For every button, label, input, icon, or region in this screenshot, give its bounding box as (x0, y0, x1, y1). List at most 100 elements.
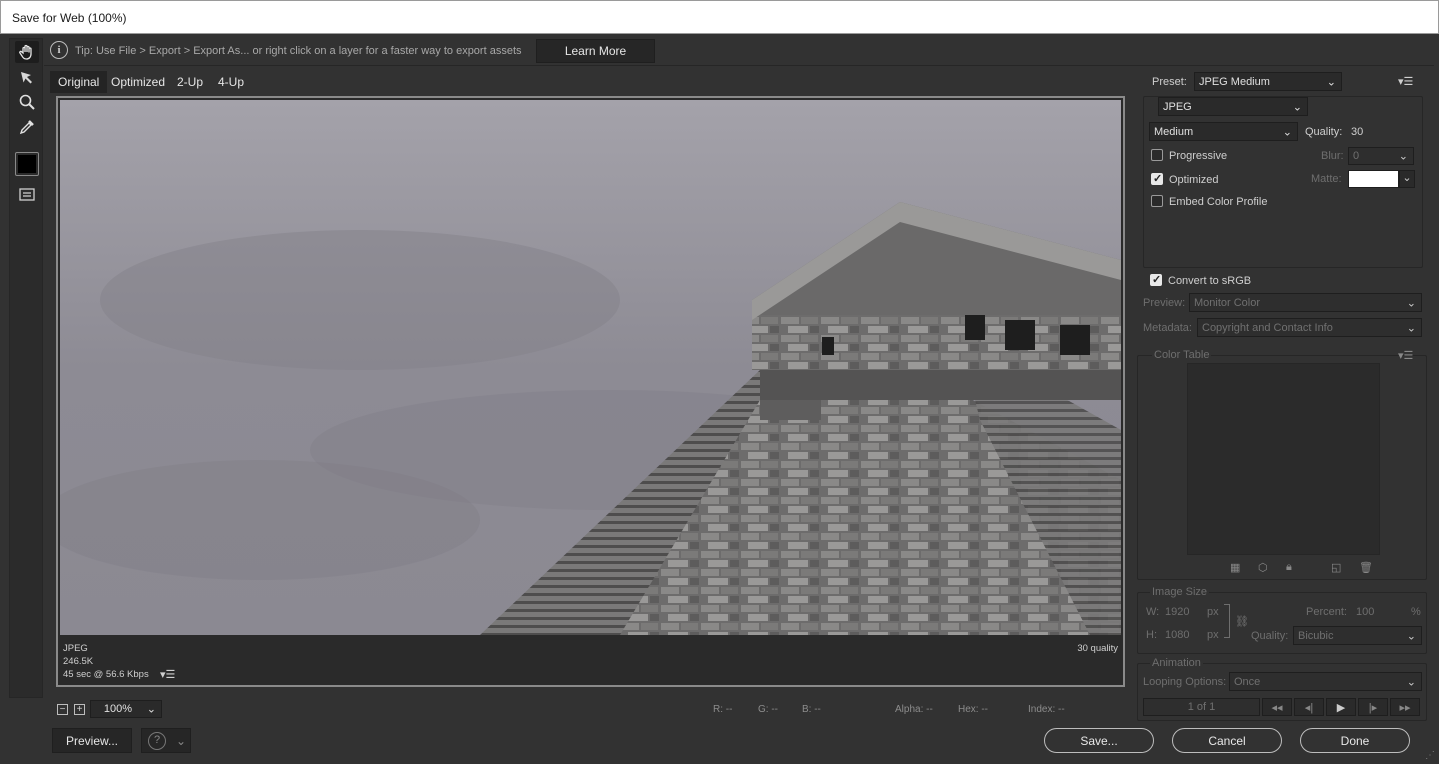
tip-text: Tip: Use File > Export > Export As... or… (75, 45, 522, 57)
map-to-web-icon[interactable]: ▦ (1230, 561, 1240, 574)
matte-chevron-down-icon[interactable]: ⌄ (1399, 170, 1415, 188)
animation-title: Animation (1150, 657, 1203, 669)
resample-quality-label: Quality: (1251, 630, 1289, 642)
next-frame-icon: |▸ (1368, 701, 1378, 714)
preview-canvas[interactable]: JPEG 246.5K 45 sec @ 56.6 Kbps ▾☰ 30 qua… (56, 96, 1125, 687)
format-select[interactable]: JPEG ⌄ (1158, 97, 1308, 116)
tab-2-up[interactable]: 2-Up (169, 71, 211, 93)
quality-level-select[interactable]: Medium ⌄ (1149, 122, 1298, 141)
play-button[interactable]: ▶ (1326, 698, 1356, 716)
browser-icon: ? (148, 731, 166, 750)
chevron-down-icon: ⌄ (1406, 297, 1416, 309)
quality-label: Quality: (1305, 126, 1343, 138)
percent-value[interactable]: 100 (1356, 606, 1374, 618)
tool-panel (9, 38, 43, 698)
first-frame-button[interactable]: ◂◂ (1262, 698, 1292, 716)
chain-link-icon[interactable]: ⛓︎ (1235, 615, 1249, 628)
eyedropper-icon[interactable] (15, 116, 39, 138)
info-size: 246.5K (63, 656, 94, 667)
color-table-area (1187, 363, 1380, 555)
download-menu-icon[interactable]: ▾☰ (160, 668, 175, 681)
play-icon: ▶ (1336, 701, 1346, 714)
color-table-menu-icon[interactable]: ▾☰ (1398, 349, 1413, 362)
readout-hex: Hex: -- (958, 704, 988, 715)
done-button[interactable]: Done (1300, 728, 1410, 753)
width-value[interactable]: 1920 (1165, 606, 1189, 618)
embed-color-profile-checkbox[interactable] (1151, 195, 1163, 207)
matte-color-swatch[interactable] (1348, 170, 1399, 188)
link-bracket (1224, 604, 1230, 638)
optimized-label: Optimized (1169, 174, 1219, 186)
learn-more-button[interactable]: Learn More (536, 39, 655, 63)
metadata-value: Copyright and Contact Info (1202, 321, 1333, 334)
image-size-title: Image Size (1150, 586, 1210, 598)
height-value[interactable]: 1080 (1165, 629, 1189, 641)
preview-button[interactable]: Preview... (52, 728, 132, 753)
prev-frame-button[interactable]: ◂| (1294, 698, 1324, 716)
looping-label: Looping Options: (1143, 676, 1227, 688)
progressive-checkbox[interactable] (1151, 149, 1163, 161)
next-frame-button[interactable]: |▸ (1358, 698, 1388, 716)
tab-original[interactable]: Original (50, 71, 108, 93)
convert-srgb-label: Convert to sRGB (1168, 275, 1252, 287)
chevron-down-icon: ⌄ (1398, 150, 1408, 163)
readout-g: G: -- (758, 704, 778, 715)
percent-label: Percent: (1306, 606, 1347, 618)
chevron-down-icon: ⌄ (1282, 126, 1292, 138)
toggle-slices-icon[interactable] (15, 184, 39, 206)
blur-value: 0 (1353, 150, 1360, 162)
zoom-in-button[interactable]: + (74, 704, 85, 715)
info-download-time: 45 sec @ 56.6 Kbps (63, 669, 149, 680)
height-unit: px (1207, 629, 1219, 641)
color-table-title: Color Table (1152, 349, 1212, 361)
cancel-button[interactable]: Cancel (1172, 728, 1282, 753)
lock-web-icon[interactable]: ⬡ (1258, 561, 1268, 574)
chevron-down-icon: ⌄ (176, 733, 187, 748)
slice-select-icon[interactable] (15, 66, 39, 88)
trash-icon[interactable]: 🗑︎ (1359, 561, 1373, 574)
hand-icon[interactable] (15, 41, 39, 63)
zoom-icon[interactable] (15, 91, 39, 113)
width-unit: px (1207, 606, 1219, 618)
last-frame-button[interactable]: ▸▸ (1390, 698, 1420, 716)
eyedropper-color-swatch[interactable] (15, 152, 39, 176)
last-frame-icon: ▸▸ (1399, 701, 1411, 714)
metadata-select[interactable]: Copyright and Contact Info ⌄ (1197, 318, 1422, 337)
chevron-down-icon: ⌄ (146, 703, 156, 716)
blur-select[interactable]: 0 ⌄ (1348, 147, 1414, 165)
chevron-down-icon: ⌄ (1406, 676, 1416, 688)
preview-color-select[interactable]: Monitor Color ⌄ (1189, 293, 1422, 312)
pyramid-photo (60, 100, 1121, 635)
info-format: JPEG (63, 643, 88, 654)
height-label: H: (1146, 629, 1157, 641)
chevron-down-icon: ⌄ (1406, 322, 1416, 334)
convert-srgb-checkbox[interactable] (1150, 273, 1162, 286)
new-color-icon[interactable]: ◱ (1331, 561, 1341, 574)
zoom-select[interactable]: 100% ⌄ (90, 700, 162, 718)
lock-color-icon[interactable]: 🔒︎ (1286, 561, 1292, 574)
readout-alpha: Alpha: -- (895, 704, 933, 715)
save-button[interactable]: Save... (1044, 728, 1154, 753)
tab-optimized[interactable]: Optimized (103, 71, 173, 93)
tab-4-up[interactable]: 4-Up (210, 71, 252, 93)
resample-quality-select[interactable]: Bicubic ⌄ (1293, 626, 1422, 645)
zoom-out-button[interactable]: − (57, 704, 68, 715)
quality-value[interactable]: 30 (1351, 126, 1363, 138)
metadata-label: Metadata: (1143, 322, 1192, 334)
preset-label: Preset: (1152, 76, 1187, 88)
frame-counter-value: 1 of 1 (1187, 701, 1216, 713)
browser-preview-button[interactable]: ? ⌄ (141, 728, 191, 753)
format-value: JPEG (1163, 100, 1192, 113)
chevron-down-icon: ⌄ (1326, 76, 1336, 88)
frame-counter: 1 of 1 (1143, 698, 1260, 716)
blur-label: Blur: (1321, 150, 1344, 162)
optimize-menu-icon[interactable]: ▾☰ (1398, 75, 1413, 88)
resample-quality-value: Bicubic (1298, 629, 1334, 642)
width-label: W: (1146, 606, 1160, 618)
preview-image[interactable] (60, 100, 1121, 635)
resize-grip-icon[interactable]: ⋰ (1425, 750, 1435, 761)
looping-select[interactable]: Once ⌄ (1229, 672, 1422, 691)
preset-select[interactable]: JPEG Medium ⌄ (1194, 72, 1342, 91)
optimized-checkbox[interactable] (1151, 172, 1163, 185)
preview-label: Preview: (1143, 297, 1186, 309)
